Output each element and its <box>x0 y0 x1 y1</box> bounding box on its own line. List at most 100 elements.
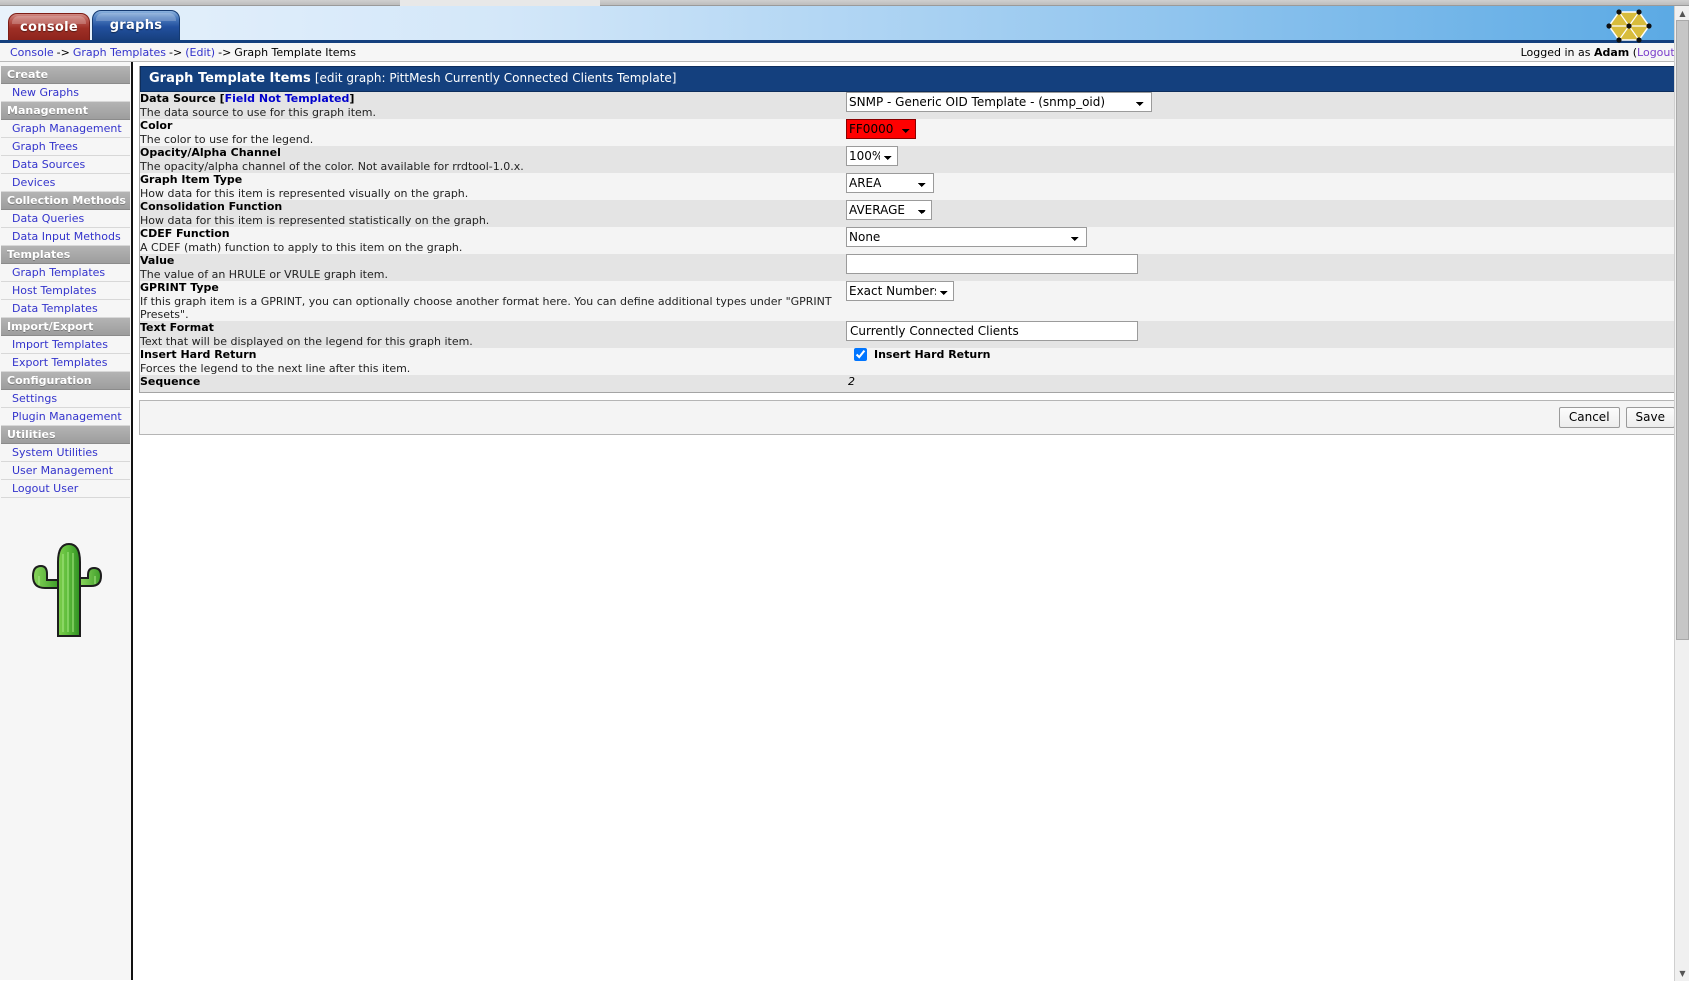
tab-console[interactable]: console <box>8 13 90 40</box>
form-row-gprint-type: GPRINT Type If this graph item is a GPRI… <box>140 281 1684 321</box>
page-scrollbar[interactable]: ▲ ▼ <box>1674 6 1689 981</box>
gprint-type-select[interactable]: Exact Numbers <box>846 281 954 301</box>
sidebar-item-data-sources[interactable]: Data Sources <box>1 156 130 174</box>
desc-value: The value of an HRULE or VRULE graph ite… <box>140 268 388 281</box>
form-row-graph-item-type: Graph Item Type How data for this item i… <box>140 173 1684 200</box>
sidebar-item-graph-templates[interactable]: Graph Templates <box>1 264 130 282</box>
cacti-hexagon-logo-icon <box>1605 8 1653 44</box>
sidebar-group-create: Create <box>1 66 130 84</box>
tab-graphs[interactable]: graphs <box>92 10 180 40</box>
tab-console-label: console <box>20 19 78 35</box>
breadcrumb-item-graph-templates[interactable]: Graph Templates <box>73 46 166 59</box>
sidebar-item-plugin-management[interactable]: Plugin Management <box>1 408 130 426</box>
sidebar-item-system-utilities[interactable]: System Utilities <box>1 444 130 462</box>
breadcrumb-separator: -> <box>169 45 183 59</box>
opacity-select[interactable]: 100% <box>846 146 898 166</box>
sidebar-item-settings[interactable]: Settings <box>1 390 130 408</box>
sidebar-item-graph-trees[interactable]: Graph Trees <box>1 138 130 156</box>
breadcrumb-separator: -> <box>56 45 70 59</box>
consolidation-function-select[interactable]: AVERAGE <box>846 200 932 220</box>
sidebar-group-configuration: Configuration <box>1 372 130 390</box>
logged-in-user: Adam <box>1593 46 1630 59</box>
label-data-source: Data Source [Field Not Templated] <box>140 92 846 105</box>
form-row-text-format: Text Format Text that will be displayed … <box>140 321 1684 348</box>
label-graph-item-type: Graph Item Type <box>140 173 243 186</box>
sidebar-group-templates: Templates <box>1 246 130 264</box>
desc-opacity: The opacity/alpha channel of the color. … <box>140 160 524 173</box>
sidebar-item-user-management[interactable]: User Management <box>1 462 130 480</box>
sidebar-item-logout-user[interactable]: Logout User <box>1 480 130 498</box>
cancel-button[interactable]: Cancel <box>1558 407 1620 428</box>
graph-item-form: Data Source [Field Not Templated] The da… <box>140 92 1684 392</box>
page-body: Create New Graphs Management Graph Manag… <box>0 62 1689 980</box>
insert-hard-return-checkbox[interactable] <box>854 348 867 361</box>
sidebar-item-host-templates[interactable]: Host Templates <box>1 282 130 300</box>
sidebar: Create New Graphs Management Graph Manag… <box>0 62 133 980</box>
color-select[interactable]: FF0000 <box>846 119 916 139</box>
save-button[interactable]: Save <box>1625 407 1675 428</box>
sidebar-item-data-input-methods[interactable]: Data Input Methods <box>1 228 130 246</box>
insert-hard-return-control: Insert Hard Return <box>846 348 1684 361</box>
page-title-sub: [edit graph: PittMesh Currently Connecte… <box>314 71 677 85</box>
scroll-thumb[interactable] <box>1676 20 1689 640</box>
sidebar-group-management: Management <box>1 102 130 120</box>
sidebar-item-data-templates[interactable]: Data Templates <box>1 300 130 318</box>
app-header: console graphs <box>0 6 1689 43</box>
sidebar-item-export-templates[interactable]: Export Templates <box>1 354 130 372</box>
form-row-color: Color The color to use for the legend. F… <box>140 119 1684 146</box>
label-cdef-function: CDEF Function <box>140 227 230 240</box>
sidebar-item-data-queries[interactable]: Data Queries <box>1 210 130 228</box>
desc-text-format: Text that will be displayed on the legen… <box>140 335 473 348</box>
cactus-logo-container <box>0 498 131 638</box>
graph-template-items-panel: Graph Template Items [edit graph: PittMe… <box>139 66 1685 393</box>
form-row-sequence: Sequence 2 <box>140 375 1684 392</box>
value-input[interactable] <box>846 254 1138 274</box>
scroll-down-arrow[interactable]: ▼ <box>1677 968 1688 979</box>
page-title: Graph Template Items [edit graph: PittMe… <box>140 66 1684 92</box>
logged-in-prefix: Logged in as <box>1520 46 1591 59</box>
cactus-logo-icon <box>31 542 102 637</box>
sidebar-item-new-graphs[interactable]: New Graphs <box>1 84 130 102</box>
insert-hard-return-checkbox-label: Insert Hard Return <box>874 348 991 361</box>
form-row-consolidation-function: Consolidation Function How data for this… <box>140 200 1684 227</box>
form-row-insert-hard-return: Insert Hard Return Forces the legend to … <box>140 348 1684 375</box>
sidebar-item-import-templates[interactable]: Import Templates <box>1 336 130 354</box>
label-gprint-type: GPRINT Type <box>140 281 219 294</box>
desc-gprint-type: If this graph item is a GPRINT, you can … <box>140 295 832 321</box>
desc-color: The color to use for the legend. <box>140 133 314 146</box>
logout-link[interactable]: Logout <box>1637 46 1675 59</box>
desc-cdef-function: A CDEF (math) function to apply to this … <box>140 241 463 254</box>
label-data-source-tail: ] <box>349 92 355 105</box>
scroll-up-arrow[interactable]: ▲ <box>1677 8 1688 19</box>
graph-item-type-select[interactable]: AREA <box>846 173 934 193</box>
sidebar-group-import-export: Import/Export <box>1 318 130 336</box>
form-row-opacity: Opacity/Alpha Channel The opacity/alpha … <box>140 146 1684 173</box>
breadcrumb-item-console[interactable]: Console <box>10 46 54 59</box>
sidebar-item-graph-management[interactable]: Graph Management <box>1 120 130 138</box>
form-action-bar: Cancel Save <box>139 400 1685 435</box>
breadcrumb: Console -> Graph Templates -> (Edit) -> … <box>0 43 1689 62</box>
label-insert-hard-return: Insert Hard Return <box>140 348 257 361</box>
login-status: Logged in as Adam (Logout) <box>1521 46 1679 59</box>
label-value: Value <box>140 254 175 267</box>
text-format-input[interactable] <box>846 321 1138 341</box>
field-not-templated-link[interactable]: Field Not Templated <box>225 92 350 105</box>
sequence-value: 2 <box>848 375 855 388</box>
breadcrumb-item-edit[interactable]: (Edit) <box>185 46 215 59</box>
breadcrumb-item-current: Graph Template Items <box>234 45 356 59</box>
sidebar-item-devices[interactable]: Devices <box>1 174 130 192</box>
label-text-format: Text Format <box>140 321 214 334</box>
desc-consolidation-function: How data for this item is represented st… <box>140 214 490 227</box>
data-source-select[interactable]: SNMP - Generic OID Template - (snmp_oid) <box>846 92 1152 112</box>
label-data-source-text: Data Source [ <box>140 92 225 105</box>
main-content: Graph Template Items [edit graph: PittMe… <box>133 62 1689 980</box>
desc-data-source: The data source to use for this graph it… <box>140 106 376 119</box>
form-row-data-source: Data Source [Field Not Templated] The da… <box>140 92 1684 119</box>
sidebar-group-collection-methods: Collection Methods <box>1 192 130 210</box>
breadcrumb-separator: -> <box>218 45 232 59</box>
form-row-cdef-function: CDEF Function A CDEF (math) function to … <box>140 227 1684 254</box>
tab-graphs-label: graphs <box>109 18 163 33</box>
cdef-function-select[interactable]: None <box>846 227 1087 247</box>
label-consolidation-function: Consolidation Function <box>140 200 283 213</box>
page-title-main: Graph Template Items <box>149 71 311 86</box>
